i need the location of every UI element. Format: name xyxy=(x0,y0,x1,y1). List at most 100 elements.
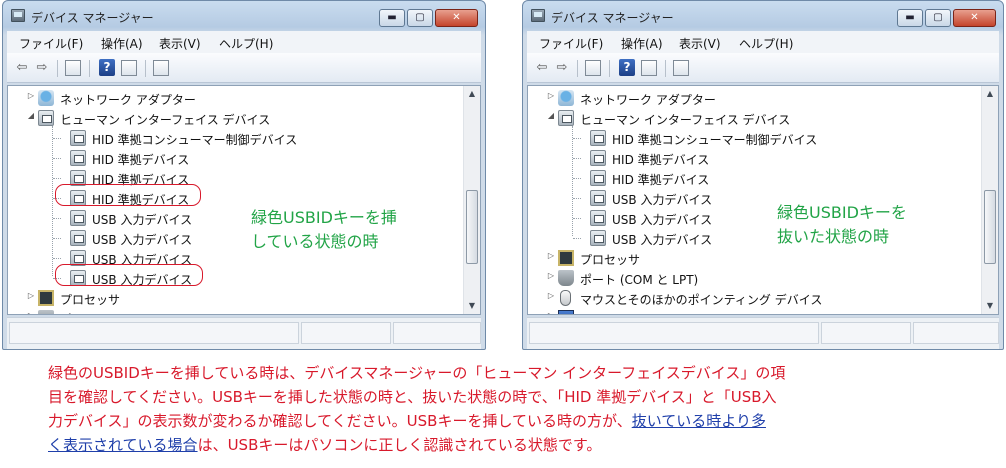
tree-category-row[interactable]: ▷ プロセッサ xyxy=(528,248,968,268)
title-bar[interactable]: デバイス マネージャー ▬ ▢ ✕ xyxy=(523,1,1003,31)
scroll-thumb[interactable] xyxy=(466,190,478,264)
tree-item-label: HID 準拠デバイス xyxy=(612,173,710,187)
tree-item-label: ポート (COM と LPT) xyxy=(60,311,178,314)
vertical-scrollbar[interactable]: ▲ ▼ xyxy=(463,86,480,314)
tree-category-row[interactable]: ▷ マウスとそのほかのポインティング デバイス xyxy=(528,288,968,308)
menu-file[interactable]: ファイル(F) xyxy=(539,35,603,52)
expand-arrow-icon[interactable]: ▷ xyxy=(26,291,36,300)
title-bar[interactable]: デバイス マネージャー ▬ ▢ ✕ xyxy=(3,1,485,31)
status-bar xyxy=(527,317,999,349)
network-adapter-icon xyxy=(38,90,54,106)
caption-link[interactable]: く表示されている場合 xyxy=(48,436,198,454)
tree-item-label: プロセッサ xyxy=(580,253,641,267)
hid-device-icon xyxy=(70,210,86,226)
menu-action[interactable]: 操作(A) xyxy=(101,35,143,52)
expand-arrow-icon[interactable]: ▷ xyxy=(546,91,556,100)
close-button[interactable]: ✕ xyxy=(953,9,996,27)
menu-view[interactable]: 表示(V) xyxy=(679,35,721,52)
hid-category-icon xyxy=(558,110,574,126)
expand-arrow-icon[interactable]: ▷ xyxy=(26,91,36,100)
tree-category-row[interactable]: ▷ モニター xyxy=(528,308,968,314)
tree-category-row[interactable]: ▷ ポート (COM と LPT) xyxy=(528,268,968,288)
device-tree[interactable]: ▷ ネットワーク アダプター ◢ ヒューマン インターフェイス デバイス HID 準拠コ… xyxy=(527,85,999,315)
menu-action[interactable]: 操作(A) xyxy=(621,35,663,52)
properties-icon[interactable] xyxy=(641,60,657,76)
collapse-arrow-icon[interactable]: ◢ xyxy=(546,111,556,120)
tree-device-row[interactable]: HID 準拠コンシューマー制御デバイス xyxy=(8,128,448,148)
scroll-up-arrow-icon[interactable]: ▲ xyxy=(464,86,480,102)
minimize-button[interactable]: ▬ xyxy=(379,9,405,27)
expand-arrow-icon[interactable]: ▷ xyxy=(546,271,556,280)
caption-text: は、USBキーはパソコンに正しく認識されている状態です。 xyxy=(197,436,602,454)
note-line: している状態の時 xyxy=(251,232,379,251)
expand-arrow-icon[interactable]: ▷ xyxy=(546,251,556,260)
caption-text: 力デバイス」の表示数が変わるか確認してください。USBキーを挿している時の方が、 xyxy=(48,412,632,430)
scroll-down-arrow-icon[interactable]: ▼ xyxy=(464,298,480,314)
maximize-button[interactable]: ▢ xyxy=(407,9,433,27)
expand-arrow-icon[interactable]: ▷ xyxy=(546,291,556,300)
highlight-oval xyxy=(55,264,203,286)
port-icon xyxy=(38,310,54,314)
caption-link[interactable]: 抜いている時より多 xyxy=(632,412,766,430)
maximize-button[interactable]: ▢ xyxy=(925,9,951,27)
tree-category-row[interactable]: ▷ ネットワーク アダプター xyxy=(8,88,448,108)
status-cell xyxy=(821,322,911,344)
toolbar-separator xyxy=(609,60,610,77)
menu-help[interactable]: ヘルプ(H) xyxy=(219,35,273,52)
window-title: デバイス マネージャー xyxy=(31,11,154,25)
tree-item-label: HID 準拠デバイス xyxy=(612,153,710,167)
toolbar-separator xyxy=(665,60,666,77)
caption-line: 目を確認してください。USBキーを挿した状態の時と、抜いた状態の時で、「HID … xyxy=(48,388,777,406)
tree-item-label: USB 入力デバイス xyxy=(92,213,193,227)
forward-arrow-icon[interactable]: ⇨ xyxy=(33,59,51,77)
network-adapter-icon xyxy=(558,90,574,106)
scroll-up-arrow-icon[interactable]: ▲ xyxy=(982,86,998,102)
back-arrow-icon[interactable]: ⇦ xyxy=(533,59,551,77)
caption-line: く表示されている場合は、USBキーはパソコンに正しく認識されている状態です。 xyxy=(48,433,948,457)
tree-device-row[interactable]: HID 準拠デバイス xyxy=(8,148,448,168)
menu-file[interactable]: ファイル(F) xyxy=(19,35,83,52)
scan-hardware-icon[interactable] xyxy=(153,60,169,76)
tree-item-label: プロセッサ xyxy=(60,293,121,307)
properties-icon[interactable] xyxy=(121,60,137,76)
tree-category-row[interactable]: ▷ プロセッサ xyxy=(8,288,448,308)
highlight-oval xyxy=(55,184,201,206)
back-arrow-icon[interactable]: ⇦ xyxy=(13,59,31,77)
hid-device-icon xyxy=(590,130,606,146)
tree-category-row[interactable]: ◢ ヒューマン インターフェイス デバイス xyxy=(528,108,968,128)
port-icon xyxy=(558,270,574,286)
tree-device-row[interactable]: HID 準拠デバイス xyxy=(528,168,968,188)
note-line: 抜いた状態の時 xyxy=(777,227,890,246)
hid-device-icon xyxy=(590,170,606,186)
vertical-scrollbar[interactable]: ▲ ▼ xyxy=(981,86,998,314)
show-hide-console-tree-icon[interactable] xyxy=(65,60,81,76)
menu-view[interactable]: 表示(V) xyxy=(159,35,201,52)
mouse-icon xyxy=(560,290,571,306)
forward-arrow-icon[interactable]: ⇨ xyxy=(553,59,571,77)
menu-help[interactable]: ヘルプ(H) xyxy=(739,35,793,52)
tree-device-row[interactable]: HID 準拠デバイス xyxy=(528,148,968,168)
tree-item-label: USB 入力デバイス xyxy=(612,233,713,247)
hid-device-icon xyxy=(590,210,606,226)
help-icon[interactable]: ? xyxy=(99,59,115,76)
scroll-thumb[interactable] xyxy=(984,190,996,264)
scroll-down-arrow-icon[interactable]: ▼ xyxy=(982,298,998,314)
hid-device-icon xyxy=(590,190,606,206)
expand-arrow-icon[interactable]: ▷ xyxy=(26,311,36,314)
tree-device-row[interactable]: HID 準拠コンシューマー制御デバイス xyxy=(528,128,968,148)
hid-device-icon xyxy=(70,150,86,166)
monitor-icon xyxy=(558,310,574,314)
tree-category-row[interactable]: ▷ ネットワーク アダプター xyxy=(528,88,968,108)
toolbar-separator xyxy=(57,60,58,77)
tree-category-row[interactable]: ▷ ポート (COM と LPT) xyxy=(8,308,448,314)
tree-category-row[interactable]: ◢ ヒューマン インターフェイス デバイス xyxy=(8,108,448,128)
minimize-button[interactable]: ▬ xyxy=(897,9,923,27)
help-icon[interactable]: ? xyxy=(619,59,635,76)
plugged-note: 緑色USBIDキーを挿 している状態の時 xyxy=(251,206,397,254)
show-hide-console-tree-icon[interactable] xyxy=(585,60,601,76)
toolbar-separator xyxy=(577,60,578,77)
expand-arrow-icon[interactable]: ▷ xyxy=(546,311,556,314)
collapse-arrow-icon[interactable]: ◢ xyxy=(26,111,36,120)
scan-hardware-icon[interactable] xyxy=(673,60,689,76)
close-button[interactable]: ✕ xyxy=(435,9,478,27)
